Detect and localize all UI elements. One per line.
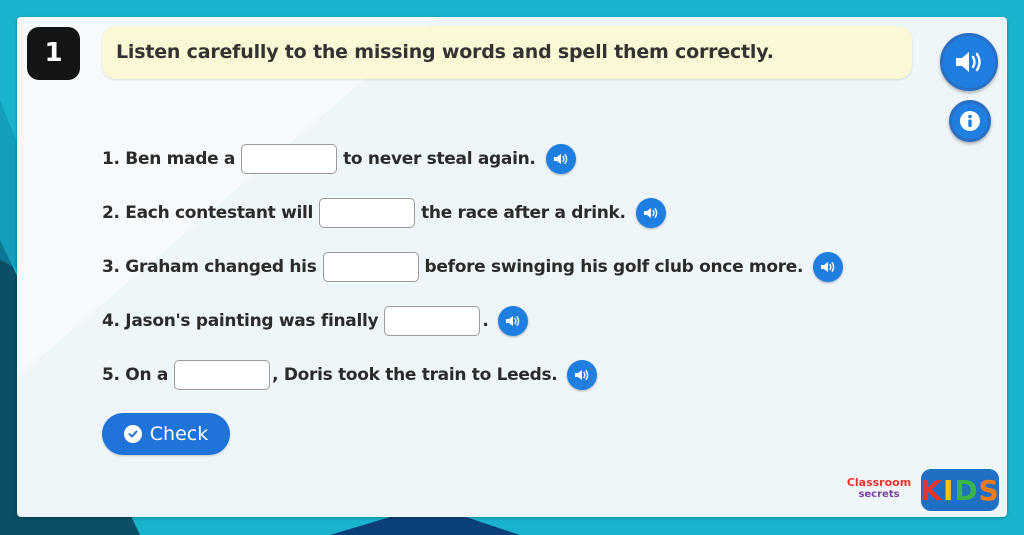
kids-letter-d: D <box>954 473 979 507</box>
instruction-text: Listen carefully to the missing words an… <box>102 26 912 79</box>
classroom-secrets-logo: Classroom secrets <box>846 476 912 501</box>
check-button[interactable]: Check <box>102 413 230 455</box>
sentence-5-audio-button[interactable] <box>567 360 598 390</box>
answer-input-1[interactable] <box>241 144 338 174</box>
sentence-row-2: 2. Each contestant will the race after a… <box>102 196 666 230</box>
answer-input-2[interactable] <box>319 198 416 228</box>
sentence-2-before: 2. Each contestant will <box>102 203 314 223</box>
speaker-icon <box>956 52 981 72</box>
info-button[interactable] <box>949 100 991 142</box>
sentence-5-before: 5. On a <box>102 365 169 385</box>
info-icon <box>960 111 980 131</box>
speaker-icon <box>821 262 835 272</box>
question-number: 1 <box>27 27 80 80</box>
sentence-row-1: 1. Ben made a to never steal again. <box>102 142 576 176</box>
speaker-icon <box>553 154 567 164</box>
kids-letter-k: K <box>920 473 943 507</box>
sentence-3-audio-button[interactable] <box>813 252 844 282</box>
sentence-row-4: 4. Jason's painting was finally . <box>102 304 529 338</box>
sentence-4-audio-button[interactable] <box>498 306 529 336</box>
speaker-icon <box>575 370 589 380</box>
sentence-row-5: 5. On a , Doris took the train to Leeds. <box>102 358 598 392</box>
sentence-5-after: , Doris took the train to Leeds. <box>272 365 558 385</box>
sentence-1-after: to never steal again. <box>343 149 536 169</box>
instruction-audio-button[interactable] <box>940 33 998 91</box>
sentence-row-3: 3. Graham changed his before swinging hi… <box>102 250 844 284</box>
sentence-2-after: the race after a drink. <box>421 203 626 223</box>
speaker-icon <box>643 208 657 218</box>
speaker-icon <box>506 316 520 326</box>
sentence-2-audio-button[interactable] <box>635 198 666 228</box>
sentence-1-before: 1. Ben made a <box>102 149 236 169</box>
sentence-3-before: 3. Graham changed his <box>102 257 317 277</box>
question-card: 1 Listen carefully to the missing words … <box>17 17 1007 517</box>
check-circle-icon <box>123 425 142 443</box>
sentence-4-after: . <box>482 311 489 331</box>
kids-letter-s: S <box>978 473 1000 507</box>
check-button-label: Check <box>149 423 209 445</box>
answer-input-5[interactable] <box>174 360 271 390</box>
kids-logo: K I D S <box>920 469 1000 511</box>
sentence-4-before: 4. Jason's painting was finally <box>102 311 379 331</box>
answer-input-4[interactable] <box>384 306 481 336</box>
sentence-1-audio-button[interactable] <box>545 144 576 174</box>
sentence-3-after: before swinging his golf club once more. <box>424 257 804 277</box>
answer-input-3[interactable] <box>322 252 419 282</box>
kids-letter-i: I <box>942 473 955 507</box>
